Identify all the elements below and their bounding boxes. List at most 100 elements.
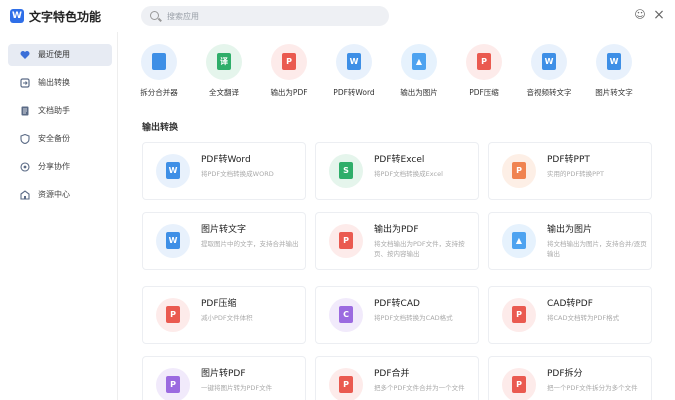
card-cad-to-pdf[interactable]: P CAD转PDF 将CAD文档转为PDF格式 <box>488 286 652 344</box>
card-pdf-to-ppt[interactable]: P PDF转PPT 实用的PDF转换PPT <box>488 142 652 200</box>
heart-icon <box>20 51 30 59</box>
card-description: 将文档输出为图片，支持合并/逐页输出 <box>547 240 647 258</box>
quick-tool-export-image[interactable]: ▲ 输出为图片 <box>387 44 451 104</box>
title-bar: W 文字特色功能 ☺ × <box>0 0 675 32</box>
quick-tool-label: 输出为图片 <box>400 88 438 97</box>
quick-tool-label: PDF压缩 <box>469 88 499 97</box>
card-title: PDF拆分 <box>547 369 583 379</box>
split-merge-icon <box>152 53 166 70</box>
quick-tool-label: 拆分合并器 <box>140 88 178 97</box>
card-pdf-to-cad[interactable]: C PDF转CAD 将PDF文档转换为CAD格式 <box>315 286 479 344</box>
audio-video-icon: W <box>542 53 556 70</box>
merge-icon: P <box>339 376 353 393</box>
share-icon <box>20 162 30 172</box>
quick-tool-translate[interactable]: 译 全文翻译 <box>192 44 256 104</box>
card-image-to-text[interactable]: W 图片转文字 提取图片中的文字，支持合并输出 <box>142 212 306 270</box>
close-button[interactable]: × <box>652 8 666 22</box>
card-description: 将PDF文档转换成WORD <box>201 170 274 178</box>
sidebar-item-doc-assistant[interactable]: 文档助手 <box>8 100 112 122</box>
sidebar-item-label: 安全备份 <box>38 134 70 143</box>
card-title: PDF合并 <box>374 369 410 379</box>
cad-icon: C <box>339 306 353 323</box>
card-description: 将PDF文档转换为CAD格式 <box>374 314 453 322</box>
search-box[interactable] <box>141 6 389 26</box>
app-logo-icon: W <box>10 9 24 23</box>
card-title: PDF转Excel <box>374 155 425 165</box>
card-description: 提取图片中的文字，支持合并输出 <box>201 240 299 248</box>
card-description: 将PDF文档转换成Excel <box>374 170 443 178</box>
sidebar-item-label: 分享协作 <box>38 162 70 171</box>
quick-tool-label: 音视频转文字 <box>526 88 572 97</box>
card-export-pdf[interactable]: P 输出为PDF 将文档输出为PDF文件，支持按页、按内容输出 <box>315 212 479 270</box>
quick-tool-av-to-text[interactable]: W 音视频转文字 <box>517 44 581 104</box>
sidebar-item-resources[interactable]: 资源中心 <box>8 184 112 206</box>
card-pdf-merge[interactable]: P PDF合并 把多个PDF文件合并为一个文件 <box>315 356 479 400</box>
card-description: 将CAD文档转为PDF格式 <box>547 314 620 322</box>
card-description: 把一个PDF文件拆分为多个文件 <box>547 384 638 392</box>
image-icon: ▲ <box>512 232 526 249</box>
card-title: 图片转文字 <box>201 225 247 235</box>
image-pdf-icon: P <box>166 376 180 393</box>
main-content: 拆分合并器 译 全文翻译 P 输出为PDF W PDF转Word ▲ 输出为图片… <box>119 32 675 400</box>
app-title: 文字特色功能 <box>29 10 102 24</box>
resource-icon <box>20 190 30 200</box>
card-title: CAD转PDF <box>547 299 593 309</box>
image-text-icon: W <box>166 232 180 249</box>
quick-tool-image-to-text[interactable]: W 图片转文字 <box>582 44 646 104</box>
split-icon: P <box>512 376 526 393</box>
card-description: 实用的PDF转换PPT <box>547 170 604 178</box>
pdf-icon: P <box>339 232 353 249</box>
card-title: PDF转Word <box>201 155 251 165</box>
card-title: 图片转PDF <box>201 369 246 379</box>
card-title: PDF压缩 <box>201 299 237 309</box>
card-title: PDF转PPT <box>547 155 590 165</box>
image-text-icon: W <box>607 53 621 70</box>
quick-tool-label: 输出为PDF <box>270 88 308 97</box>
search-input[interactable] <box>167 6 377 26</box>
sidebar-item-recent[interactable]: 最近使用 <box>8 44 112 66</box>
excel-icon: S <box>339 162 353 179</box>
pdf-icon: P <box>512 306 526 323</box>
translate-icon: 译 <box>217 53 231 70</box>
card-image-to-pdf[interactable]: P 图片转PDF 一键将图片转为PDF文件 <box>142 356 306 400</box>
convert-icon <box>20 78 30 88</box>
sidebar-item-label: 输出转换 <box>38 78 70 87</box>
card-title: 输出为PDF <box>374 225 419 235</box>
quick-tool-label: 全文翻译 <box>209 88 239 97</box>
sidebar-item-share[interactable]: 分享协作 <box>8 156 112 178</box>
quick-tool-label: 图片转文字 <box>595 88 633 97</box>
word-icon: W <box>347 53 361 70</box>
ppt-icon: P <box>512 162 526 179</box>
card-pdf-to-excel[interactable]: S PDF转Excel 将PDF文档转换成Excel <box>315 142 479 200</box>
card-export-image[interactable]: ▲ 输出为图片 将文档输出为图片，支持合并/逐页输出 <box>488 212 652 270</box>
pdf-icon: P <box>282 53 296 70</box>
quick-tool-export-pdf[interactable]: P 输出为PDF <box>257 44 321 104</box>
card-title: 输出为图片 <box>547 225 593 235</box>
quick-tool-split-merge[interactable]: 拆分合并器 <box>127 44 191 104</box>
compress-icon: P <box>166 306 180 323</box>
document-icon <box>21 106 29 116</box>
quick-tool-pdf-compress[interactable]: P PDF压缩 <box>452 44 516 104</box>
feedback-icon[interactable]: ☺ <box>633 8 647 22</box>
shield-icon <box>20 134 30 144</box>
sidebar-item-convert[interactable]: 输出转换 <box>8 72 112 94</box>
quick-tool-label: PDF转Word <box>333 88 375 97</box>
section-title: 输出转换 <box>142 123 179 133</box>
compress-icon: P <box>477 53 491 70</box>
sidebar-item-label: 资源中心 <box>38 190 70 199</box>
sidebar-item-backup[interactable]: 安全备份 <box>8 128 112 150</box>
card-description: 把多个PDF文件合并为一个文件 <box>374 384 465 392</box>
card-description: 一键将图片转为PDF文件 <box>201 384 273 392</box>
sidebar: 最近使用 输出转换 文档助手 安全备份 分享协作 资源中心 <box>0 32 118 400</box>
image-icon: ▲ <box>412 53 426 70</box>
card-pdf-split[interactable]: P PDF拆分 把一个PDF文件拆分为多个文件 <box>488 356 652 400</box>
quick-tool-pdf-to-word[interactable]: W PDF转Word <box>322 44 386 104</box>
card-description: 减小PDF文件体积 <box>201 314 253 322</box>
sidebar-item-label: 最近使用 <box>38 50 70 59</box>
word-icon: W <box>166 162 180 179</box>
search-icon <box>150 11 159 20</box>
card-description: 将文档输出为PDF文件，支持按页、按内容输出 <box>374 240 465 258</box>
card-pdf-compress[interactable]: P PDF压缩 减小PDF文件体积 <box>142 286 306 344</box>
card-title: PDF转CAD <box>374 299 420 309</box>
card-pdf-to-word[interactable]: W PDF转Word 将PDF文档转换成WORD <box>142 142 306 200</box>
